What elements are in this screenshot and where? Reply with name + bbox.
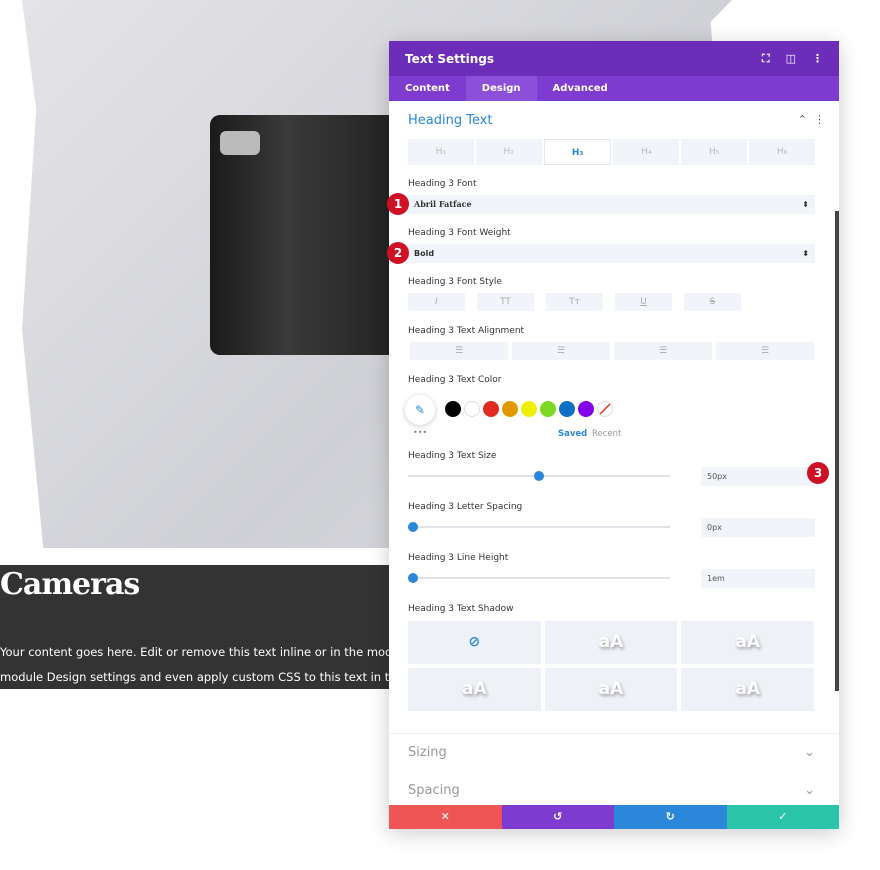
size-input[interactable]: 50px (701, 467, 815, 486)
camera-image (210, 115, 400, 355)
spacing-section[interactable]: Spacing ⌄ (408, 783, 815, 798)
letter-spacing-handle[interactable] (408, 522, 418, 532)
sizing-title: Sizing (408, 745, 447, 760)
chevron-down-icon: ⌄ (804, 745, 815, 760)
strikethrough-button[interactable]: S (684, 293, 741, 311)
align-justify-button[interactable]: ☰ (716, 342, 814, 360)
align-right-button[interactable]: ☰ (614, 342, 712, 360)
font-label: Heading 3 Font (408, 179, 477, 189)
color-swatch[interactable] (483, 401, 499, 417)
capitalize-button[interactable]: Tт (546, 293, 603, 311)
color-swatch[interactable] (540, 401, 556, 417)
tab-h1[interactable]: H₁ (408, 139, 474, 165)
tab-advanced[interactable]: Advanced (537, 76, 624, 101)
tab-h5[interactable]: H₅ (681, 139, 748, 165)
no-shadow-icon[interactable]: ⊘ (408, 621, 541, 664)
saved-tab[interactable]: Saved (558, 429, 587, 439)
module-heading: Cameras (0, 567, 140, 602)
split-view-icon[interactable]: ◫ (786, 52, 796, 66)
shadow-preset[interactable]: aA (544, 621, 678, 664)
italic-button[interactable]: I (408, 293, 465, 311)
tab-h2[interactable]: H₂ (475, 139, 542, 165)
color-swatch[interactable] (559, 401, 575, 417)
color-swatch[interactable] (464, 401, 480, 417)
sizing-section[interactable]: Sizing ⌄ (408, 745, 815, 760)
step-marker-2: 2 (387, 242, 409, 264)
panel-title: Text Settings (405, 51, 495, 66)
save-button[interactable]: ✓ (726, 805, 839, 829)
underline-button[interactable]: U (615, 293, 672, 311)
tab-design[interactable]: Design (465, 76, 537, 101)
font-select[interactable]: Abril Fatface (408, 195, 815, 214)
scrollbar[interactable] (835, 211, 839, 691)
align-left-button[interactable]: ☰ (410, 342, 508, 360)
line-height-input[interactable]: 1em (701, 569, 815, 588)
undo-button[interactable]: ↺ (501, 805, 614, 829)
shadow-label: Heading 3 Text Shadow (408, 604, 514, 614)
weight-label: Heading 3 Font Weight (408, 228, 511, 238)
size-label: Heading 3 Text Size (408, 451, 497, 461)
fullscreen-icon[interactable]: ⛶ (762, 52, 770, 66)
module-body-line2: module Design settings and even apply cu… (0, 670, 390, 684)
size-slider[interactable] (408, 471, 670, 481)
panel-header: Text Settings ⛶ ◫ ⋮ (389, 41, 839, 76)
clear-color-swatch[interactable] (597, 401, 613, 417)
letter-spacing-slider[interactable] (408, 522, 670, 532)
step-marker-1: 1 (387, 193, 409, 215)
style-label: Heading 3 Font Style (408, 277, 502, 287)
color-swatch[interactable] (445, 401, 461, 417)
align-center-button[interactable]: ☰ (512, 342, 610, 360)
tab-content[interactable]: Content (389, 76, 466, 101)
text-settings-panel: Text Settings ⛶ ◫ ⋮ Content Design Advance… (389, 41, 839, 829)
module-body-line1: Your content goes here. Edit or remove t… (0, 645, 390, 659)
eyedropper-icon[interactable]: ✎ (405, 395, 435, 425)
alignment-label: Heading 3 Text Alignment (408, 326, 525, 336)
more-options-icon[interactable]: ⋮ (812, 52, 823, 66)
color-label: Heading 3 Text Color (408, 375, 502, 385)
color-swatch[interactable] (502, 401, 518, 417)
cancel-button[interactable]: ✕ (389, 805, 502, 829)
tab-h6[interactable]: H₆ (749, 139, 815, 165)
shadow-preset[interactable]: aA (408, 668, 541, 711)
chevron-down-icon: ⌄ (804, 783, 815, 798)
section-menu-icon[interactable]: ⋮ (814, 113, 825, 126)
section-title[interactable]: Heading Text (408, 113, 493, 128)
line-height-label: Heading 3 Line Height (408, 553, 509, 563)
step-marker-3: 3 (807, 462, 829, 484)
letter-spacing-label: Heading 3 Letter Spacing (408, 502, 523, 512)
chevron-up-icon[interactable]: ⌃ (798, 113, 807, 126)
color-swatch[interactable] (521, 401, 537, 417)
shadow-preset[interactable]: aA (681, 621, 814, 664)
color-swatch[interactable] (578, 401, 594, 417)
size-slider-handle[interactable] (534, 471, 544, 481)
shadow-preset[interactable]: aA (681, 668, 814, 711)
tab-h3[interactable]: H₃ (543, 139, 612, 165)
line-height-handle[interactable] (408, 573, 418, 583)
weight-select[interactable]: Bold (408, 244, 815, 263)
spacing-title: Spacing (408, 783, 460, 798)
line-height-slider[interactable] (408, 573, 670, 583)
more-colors-button[interactable]: ••• (413, 428, 427, 437)
letter-spacing-input[interactable]: 0px (701, 518, 815, 537)
text-module[interactable]: Cameras Your content goes here. Edit or … (0, 565, 390, 689)
recent-tab[interactable]: Recent (592, 429, 621, 439)
uppercase-button[interactable]: TT (477, 293, 534, 311)
redo-button[interactable]: ↻ (614, 805, 727, 829)
shadow-preset[interactable]: aA (544, 668, 678, 711)
tab-h4[interactable]: H₄ (613, 139, 680, 165)
